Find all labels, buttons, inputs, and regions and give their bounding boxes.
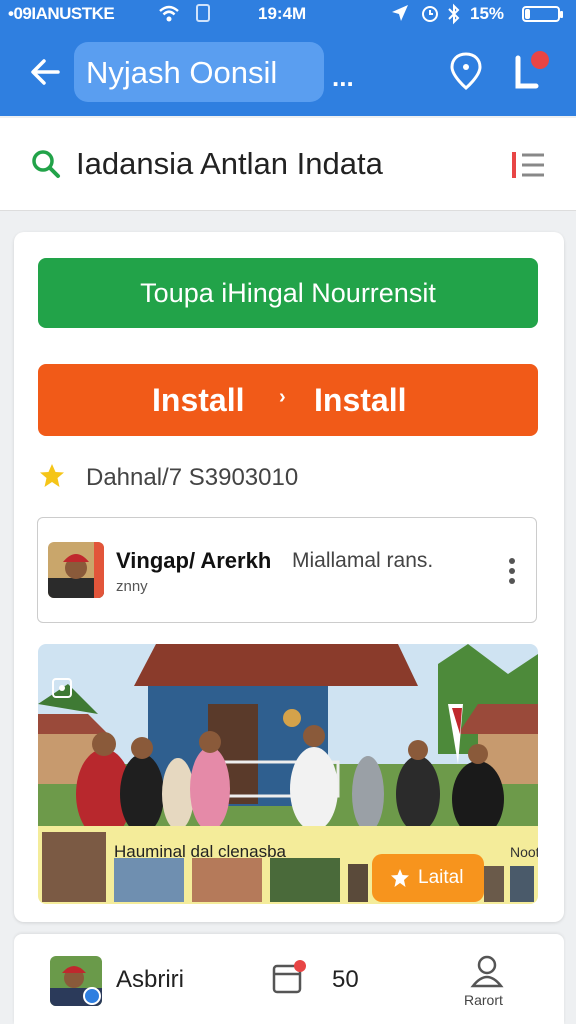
gallery-icon [52, 678, 72, 698]
post-subtitle: znny [116, 578, 148, 595]
more-vert-icon[interactable] [504, 556, 520, 586]
title-ellipsis: ... [332, 62, 354, 92]
battery-icon [522, 6, 563, 22]
photo-caption: Hauminal dal clenasba [114, 842, 286, 861]
bottom-nav: Asbriri 50 Rarort [14, 934, 564, 1024]
rating-text: Dahnal/7 S3903010 [86, 464, 299, 491]
carrier-name: •09IANUSTKE [8, 4, 115, 23]
clock: 19:4M [258, 4, 307, 23]
location-arrow-icon [392, 5, 408, 21]
sim-icon [196, 4, 210, 22]
latal-button[interactable]: Laital [372, 854, 484, 902]
post-description: Miallamal rans. [292, 549, 434, 572]
search-input[interactable]: Iadansia Antlan Indata [76, 146, 383, 182]
calendar-icon[interactable] [272, 960, 306, 996]
post-card[interactable]: Vingap/ Arerkh Miallamal rans. znny [37, 517, 537, 623]
latal-label: Laital [418, 867, 464, 888]
battery-percent: 15% [470, 4, 505, 23]
play-arrow-icon: › [279, 386, 286, 408]
avatar[interactable] [48, 542, 104, 598]
profile-avatar[interactable] [50, 956, 102, 1006]
status-bar: •09IANUSTKE 19:4M 15% [0, 0, 576, 28]
search-icon[interactable] [30, 148, 62, 180]
search-bar[interactable]: Iadansia Antlan Indata [0, 118, 576, 211]
star-badge-icon [391, 869, 409, 887]
calendar-count: 50 [332, 966, 359, 993]
wifi-icon [159, 5, 179, 22]
profile-name[interactable]: Asbriri [116, 966, 184, 994]
bluetooth-icon [448, 3, 460, 25]
post-author[interactable]: Vingap/ Arerkh [116, 548, 271, 574]
pin-icon[interactable] [446, 50, 486, 94]
user-icon[interactable] [470, 954, 504, 988]
star-icon [40, 464, 64, 487]
install-label-secondary: Install [314, 382, 407, 418]
photo-note: Noot [510, 844, 538, 860]
back-arrow-icon[interactable] [24, 50, 68, 94]
app-header: Nyjash Oonsil ... [0, 28, 576, 116]
post-photo[interactable]: Hauminal dal clenasba Noot Laital [38, 644, 538, 904]
page-title-box[interactable]: Nyjash Oonsil [74, 42, 324, 102]
page-title: Nyjash Oonsil [86, 55, 278, 90]
notification-icon[interactable] [510, 48, 556, 94]
install-label: Install [152, 382, 245, 418]
alarm-icon [422, 6, 438, 22]
user-label[interactable]: Rarort [464, 992, 503, 1008]
install-button[interactable]: Install › Install [38, 364, 538, 436]
filter-icon[interactable] [510, 150, 546, 180]
primary-action-button[interactable]: Toupa iHingal Nourrensit [38, 258, 538, 328]
